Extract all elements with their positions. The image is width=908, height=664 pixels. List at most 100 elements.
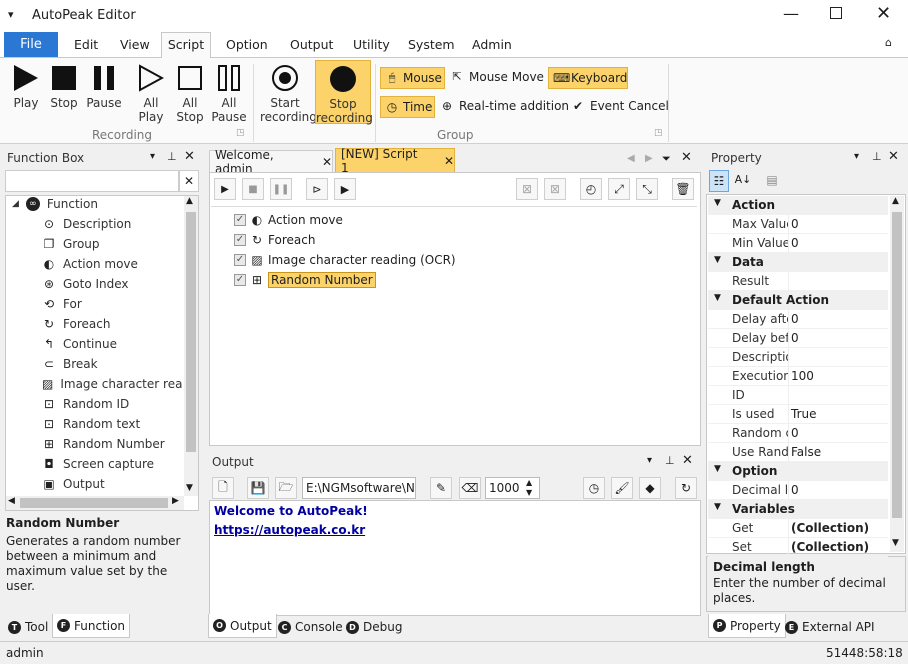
script-line-foreach[interactable]: ✓ ↻ Foreach: [234, 233, 315, 247]
tree-vscrollbar[interactable]: ▲ ▼: [184, 196, 198, 496]
editor-expand-button[interactable]: ⤢: [608, 178, 630, 200]
output-clock-button[interactable]: ◷: [583, 477, 605, 499]
minimize-icon[interactable]: —: [783, 4, 799, 23]
function-search-input[interactable]: [5, 170, 179, 192]
tab-function[interactable]: F Function: [52, 614, 131, 638]
property-row[interactable]: Use RandoFalse: [708, 443, 888, 462]
tree-item-group[interactable]: ❐ Group: [42, 237, 100, 251]
script-line-random-number[interactable]: ✓ ⊞ Random Number: [234, 272, 376, 288]
pin-icon[interactable]: ⊥: [167, 150, 177, 163]
output-brush-button[interactable]: 🖌: [611, 477, 633, 499]
menu-edit[interactable]: Edit: [74, 37, 98, 52]
menu-script[interactable]: Script: [161, 32, 211, 58]
menu-output[interactable]: Output: [290, 37, 333, 52]
tree-item-ocr[interactable]: ▨ Image character readi: [42, 377, 182, 391]
pause-button[interactable]: Pause: [84, 64, 124, 110]
property-category[interactable]: ▼ Action: [708, 196, 888, 215]
clear-search-icon[interactable]: ✕: [179, 170, 199, 192]
tree-item-screen-capture[interactable]: ◘ Screen capture: [42, 457, 154, 471]
mouse-toggle[interactable]: 🖱 Mouse: [380, 67, 445, 89]
menu-system[interactable]: System: [408, 37, 455, 52]
all-stop-button[interactable]: All Stop: [172, 64, 208, 124]
editor-play-button[interactable]: ▶: [214, 178, 236, 200]
start-recording-button[interactable]: Start recording: [260, 64, 317, 124]
editor-history-button[interactable]: ◴: [580, 178, 602, 200]
property-row[interactable]: Descriptio: [708, 348, 888, 367]
close-icon[interactable]: ✕: [682, 453, 693, 468]
sort-az-icon[interactable]: A↓: [733, 170, 753, 192]
tab-welcome[interactable]: Welcome, admin ✕: [209, 148, 333, 176]
tab-script-1[interactable]: [NEW] Script 1 ✕: [335, 147, 455, 175]
tab-prev-icon[interactable]: ◀: [627, 153, 635, 164]
menu-admin[interactable]: Admin: [472, 37, 512, 52]
property-category[interactable]: ▼ Data: [708, 253, 888, 272]
event-cancel-toggle[interactable]: ✔ Event Cancel: [571, 99, 669, 113]
tree-item-random-number[interactable]: ⊞ Random Number: [42, 437, 165, 451]
editor-run-selected-button[interactable]: ▶: [334, 178, 356, 200]
time-toggle[interactable]: ◷ Time: [380, 96, 435, 118]
property-row[interactable]: Is used True: [708, 405, 888, 424]
dropdown-icon[interactable]: ▾: [150, 151, 155, 162]
dropdown-icon[interactable]: ▾: [854, 151, 859, 162]
tab-tool[interactable]: T Tool: [4, 616, 52, 638]
stop-recording-button[interactable]: Stop recording: [315, 60, 373, 125]
menu-option[interactable]: Option: [226, 37, 268, 52]
output-save-button[interactable]: 💾: [247, 477, 269, 499]
close-icon[interactable]: ✕: [888, 149, 899, 164]
output-path-input[interactable]: E:\NGMsoftware\NG: [302, 477, 416, 499]
script-line-ocr[interactable]: ✓ ▨ Image character reading (OCR): [234, 253, 456, 267]
all-play-button[interactable]: All Play: [132, 64, 170, 124]
tree-item-description[interactable]: ⊙ Description: [42, 217, 131, 231]
tree-item-random-id[interactable]: ⊡ Random ID: [42, 397, 129, 411]
dialog-launcher-icon[interactable]: ◳: [236, 128, 245, 138]
menu-utility[interactable]: Utility: [353, 37, 390, 52]
property-category[interactable]: ▼ Variables: [708, 500, 888, 519]
editor-collapse-button[interactable]: ⤡: [636, 178, 658, 200]
menu-view[interactable]: View: [120, 37, 150, 52]
property-row[interactable]: Result: [708, 272, 888, 291]
tab-list-icon[interactable]: ⏷: [662, 152, 671, 166]
output-refresh-button[interactable]: ↻: [675, 477, 697, 499]
close-icon[interactable]: ✕: [184, 149, 195, 164]
pin-icon[interactable]: ⊥: [872, 150, 882, 163]
dropdown-icon[interactable]: ▾: [647, 455, 652, 466]
keyboard-toggle[interactable]: ⌨ Keyboard: [548, 67, 628, 89]
tree-item-action-move[interactable]: ◐ Action move: [42, 257, 138, 271]
tree-item-break[interactable]: ⊂ Break: [42, 357, 98, 371]
script-line-action-move[interactable]: ✓ ◐ Action move: [234, 213, 343, 227]
tree-item-for[interactable]: ⟲ For: [42, 297, 82, 311]
output-eraser-button[interactable]: ⌫: [459, 477, 481, 499]
tree-item-random-text[interactable]: ⊡ Random text: [42, 417, 140, 431]
property-row[interactable]: Delay afte 0: [708, 310, 888, 329]
output-new-button[interactable]: 🗋: [212, 477, 234, 499]
collapse-ribbon-icon[interactable]: ⌂: [885, 36, 892, 49]
property-category[interactable]: ▼ Option: [708, 462, 888, 481]
property-pages-icon[interactable]: ▤: [762, 170, 782, 192]
tab-property[interactable]: P Property: [708, 614, 786, 638]
play-button[interactable]: Play: [6, 64, 46, 110]
property-row[interactable]: Decimal le0: [708, 481, 888, 500]
maximize-icon[interactable]: [830, 7, 842, 19]
editor-disabled-x1[interactable]: ⊠: [516, 178, 538, 200]
tab-output[interactable]: O Output: [208, 614, 277, 638]
editor-pause-button[interactable]: ❚❚: [270, 178, 292, 200]
dialog-launcher-icon[interactable]: ◳: [654, 128, 663, 138]
tree-item-output[interactable]: ▣ Output: [42, 477, 104, 491]
property-row[interactable]: Min Value 0: [708, 234, 888, 253]
tab-external-api[interactable]: E External API: [781, 616, 879, 638]
tab-next-icon[interactable]: ▶: [645, 153, 653, 164]
tree-hscrollbar[interactable]: ◀ ▶: [6, 496, 184, 510]
tab-console[interactable]: C Console: [274, 616, 347, 638]
tree-item-continue[interactable]: ↰ Continue: [42, 337, 117, 351]
tree-item-goto-index[interactable]: ⊛ Goto Index: [42, 277, 129, 291]
property-row[interactable]: Set (Collection): [708, 538, 888, 557]
property-category[interactable]: ▼ Default Action: [708, 291, 888, 310]
all-pause-button[interactable]: All Pause: [210, 64, 248, 124]
property-row[interactable]: Execution 100: [708, 367, 888, 386]
property-row[interactable]: Delay befo0: [708, 329, 888, 348]
output-fill-button[interactable]: ◆: [639, 477, 661, 499]
tree-item-foreach[interactable]: ↻ Foreach: [42, 317, 110, 331]
output-clean-button[interactable]: ✎: [430, 477, 452, 499]
editor-disabled-x2[interactable]: ⊠: [544, 178, 566, 200]
stop-button[interactable]: Stop: [46, 64, 82, 110]
